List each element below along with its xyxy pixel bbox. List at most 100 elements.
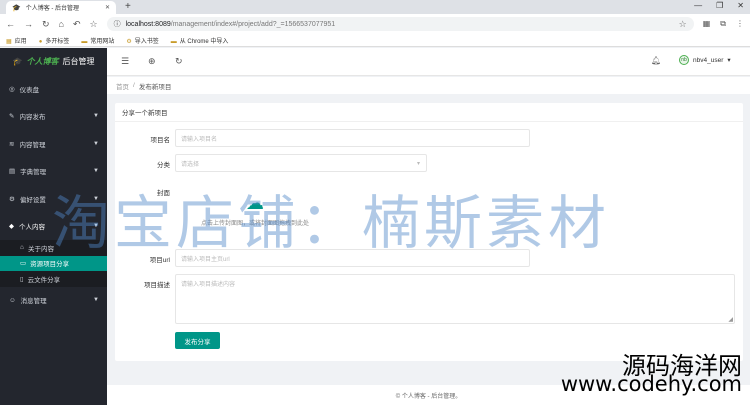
globe-icon[interactable]: ⊕ [148,56,156,67]
breadcrumb-home[interactable]: 首页 [116,81,129,91]
username: nbv4_user [693,56,724,64]
qr-icon[interactable]: ▦ [703,19,711,29]
bookmark-star-icon[interactable]: ☆ [90,19,98,30]
info-icon[interactable]: ⓘ [114,19,121,29]
user-icon: ☺ [9,296,16,304]
sidebar-subitem-resources[interactable]: ▭ 资源项目分享 [0,255,107,271]
undo-icon[interactable]: ↶ [73,19,81,30]
header: ☰ ⊕ ↻ 🔔︎ nb nbv4_user ▾ [107,48,750,76]
bookmark-item[interactable]: ▬ 常用网站 [81,36,114,45]
form-card: 分享一个新项目 项目名 请输入项目名 分类 请选择 ▾ 封面 ☁ 点击上传封面图… [115,103,743,361]
browser-tab-strip: 🎓 个人博客 - 后台管理 ✕ + — ❐ ✕ [0,0,750,14]
graduation-cap-icon: 🎓 [12,57,23,66]
chevron-down-icon: ▼ [93,223,99,230]
bell-icon[interactable]: 🔔︎ [651,56,661,65]
maximize-icon[interactable]: ❐ [716,1,723,10]
diamond-icon: ◆ [9,223,14,231]
project-url-label: 项目url [149,257,170,264]
home-icon[interactable]: ⌂ [59,19,64,29]
dictionary-icon: ▤ [9,168,16,176]
forward-icon[interactable]: → [24,19,33,29]
watermark-line2: www.codehy.com [560,372,742,396]
chevron-down-icon: ▼ [93,297,99,304]
minimize-icon[interactable]: — [694,1,702,10]
url-host: localhost:8089 [125,20,171,28]
chevron-down-icon: ▼ [93,140,99,147]
sidebar-item-preferences[interactable]: ⚙ 偏好设置 ▼ [0,185,107,213]
refresh-icon[interactable]: ↻ [175,56,183,67]
project-url-input[interactable]: 请输入项目主页url [175,249,530,267]
breadcrumb-current: 发布新项目 [138,83,172,91]
home-icon: ⌂ [20,244,24,252]
brand-name: 个人博客 [26,57,59,66]
star-icon[interactable]: ☆ [679,19,687,30]
back-icon[interactable]: ← [6,19,15,29]
chevron-down-icon: ▾ [416,161,420,167]
address-bar-row: ← → ↻ ⌂ ↶ ☆ ⓘ localhost:8089/management/… [0,14,750,34]
bookmark-item[interactable]: ● 多开标签 [39,36,70,45]
sidebar-item-publish[interactable]: ✎ 内容发布 ▼ [0,103,107,131]
chevron-down-icon: ▼ [93,113,99,120]
browser-tab-title: 个人博客 - 后台管理 [25,6,80,12]
cloud-upload-icon: ☁ [246,192,264,213]
description-label: 项目描述 [144,282,170,289]
sidebar: 🎓 个人博客 后台管理 ◎ 仪表盘 ✎ 内容发布 ▼ ≋ 内容管理 ▼ ▤ 字典管理 ▼ ⚙ 偏… [0,48,107,405]
form-title: 分享一个新项目 [115,103,743,122]
close-icon[interactable]: ✕ [105,4,110,11]
extension-icon[interactable]: ⧉ [720,19,726,29]
submit-button[interactable]: 发布分享 [175,332,220,349]
graduation-cap-icon: 🎓 [12,4,21,12]
chevron-down-icon: ▼ [93,168,99,175]
window-controls: — ❐ ✕ [694,1,744,10]
category-select-value: 请选择 [181,161,200,168]
chevron-down-icon: ▼ [93,195,99,202]
category-select[interactable]: 请选择 ▾ [175,154,427,172]
bookmark-item[interactable]: ▬ 从 Chrome 中导入 [171,36,229,45]
globe-icon: ● [38,38,43,45]
brand-suffix: 后台管理 [62,57,95,66]
gear-icon: ⚙ [9,195,15,203]
resize-handle-icon[interactable]: ◢ [728,316,733,323]
avatar: nb [679,55,689,65]
folder-icon: ▬ [170,38,177,45]
sidebar-item-messages[interactable]: ☺ 消息管理 ▼ [0,287,107,315]
url-input[interactable]: ⓘ localhost:8089/management/index#/proje… [106,17,694,31]
sidebar-item-dashboard[interactable]: ◎ 仪表盘 [0,75,107,103]
layers-icon: ≋ [9,140,15,148]
folder-icon: ▬ [81,38,88,45]
project-name-label: 项目名 [150,137,171,144]
reload-icon[interactable]: ↻ [42,19,50,30]
sidebar-item-dictionary[interactable]: ▤ 字典管理 ▼ [0,158,107,186]
project-name-input[interactable]: 请输入项目名 [175,129,530,147]
url-path: /management/index#/project/add?_=1566537… [170,20,336,28]
breadcrumb-separator: / [133,82,135,89]
bookmark-item[interactable]: ⚙ 导入书签 [126,36,158,45]
sidebar-subitem-about[interactable]: ⌂ 关于内容 [0,240,107,256]
gear-icon: ⚙ [126,38,132,45]
bookmark-item[interactable]: ▦ 应用 [6,36,27,45]
description-textarea[interactable]: 请输入项目描述内容 ◢ [175,274,735,324]
cover-upload-area[interactable]: ☁ 点击上传封面图，或将封面图拖拽到此处 [180,187,330,233]
upload-hint: 点击上传封面图，或将封面图拖拽到此处 [200,220,309,227]
new-tab-button[interactable]: + [125,1,131,12]
cover-label: 封面 [157,190,170,197]
brand-logo[interactable]: 🎓 个人博客 后台管理 [0,48,107,75]
browser-tab[interactable]: 🎓 个人博客 - 后台管理 ✕ [6,1,116,14]
menu-toggle-icon[interactable]: ☰ [121,56,129,67]
breadcrumb: 首页 / 发布新项目 [107,77,750,94]
dashboard-icon: ◎ [9,85,15,93]
sidebar-submenu: ⌂ 关于内容 ▭ 资源项目分享 ▯ 云文件分享 [0,240,107,287]
apps-icon: ▦ [6,38,12,45]
category-label: 分类 [157,162,170,169]
user-menu[interactable]: nb nbv4_user ▾ [679,55,731,65]
laptop-icon: ▭ [20,260,27,268]
sidebar-item-personal[interactable]: ◆ 个人内容 ▼ [0,213,107,241]
menu-icon[interactable]: ⋮ [736,19,744,29]
close-window-icon[interactable]: ✕ [737,1,744,10]
bookmarks-bar: ▦ 应用 ● 多开标签 ▬ 常用网站 ⚙ 导入书签 ▬ 从 Chrome 中导入 [0,34,750,47]
sidebar-subitem-cloud-files[interactable]: ▯ 云文件分享 [0,271,107,287]
description-placeholder: 请输入项目描述内容 [181,282,236,288]
file-icon: ▯ [20,275,24,283]
chevron-down-icon: ▾ [727,57,731,64]
sidebar-item-content[interactable]: ≋ 内容管理 ▼ [0,130,107,158]
